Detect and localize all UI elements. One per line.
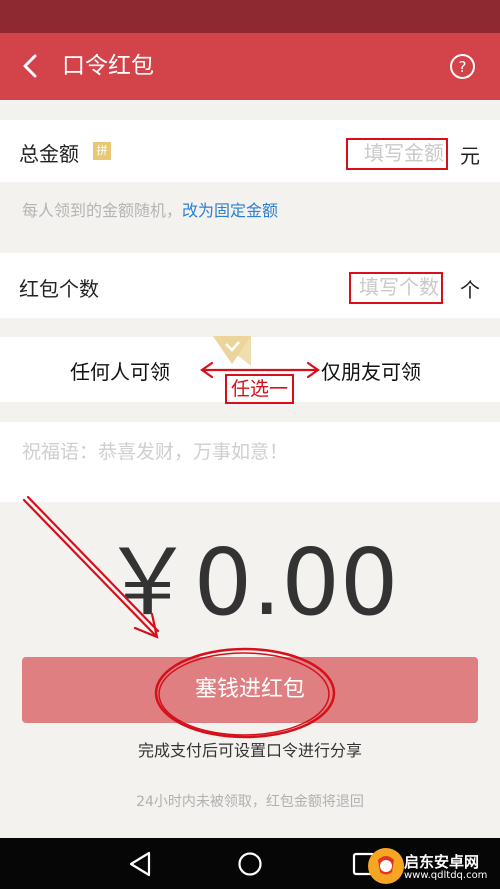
page-title: 口令红包 bbox=[62, 53, 154, 79]
total-amount-input[interactable]: 填写金额 bbox=[346, 138, 448, 170]
count-input[interactable]: 填写个数 bbox=[349, 272, 443, 304]
fixed-amount-link[interactable]: 改为固定金额 bbox=[182, 201, 278, 220]
wish-input[interactable]: 祝福语：恭喜发财，万事如意！ bbox=[22, 437, 288, 464]
question-circle-icon[interactable]: ? bbox=[449, 53, 476, 80]
choose-one-annotation: 任选一 bbox=[225, 374, 295, 404]
chevron-left-icon[interactable] bbox=[18, 52, 46, 80]
selected-check-flag-icon bbox=[213, 336, 251, 366]
watermark-url: www.qdltdq.com bbox=[404, 870, 488, 881]
amount-display: ￥0.00 bbox=[101, 529, 399, 636]
status-bar bbox=[0, 0, 500, 33]
circle-home-icon[interactable] bbox=[236, 850, 264, 878]
pinyin-badge[interactable]: 拼 bbox=[93, 142, 111, 160]
count-unit: 个 bbox=[460, 278, 480, 302]
triangle-back-icon[interactable] bbox=[127, 850, 155, 878]
option-anyone[interactable]: 任何人可领 bbox=[70, 356, 170, 385]
random-amount-hint: 每人领到的金额随机，改为固定金额 bbox=[22, 197, 278, 221]
svg-text:?: ? bbox=[459, 58, 467, 76]
count-label: 红包个数 bbox=[19, 277, 99, 301]
title-bar: 口令红包 ? bbox=[0, 33, 500, 100]
total-amount-label: 总金额 bbox=[19, 142, 79, 166]
option-friends-only[interactable]: 仅朋友可领 bbox=[321, 356, 421, 385]
refund-notice: 24小时内未被领取，红包金额将退回 bbox=[136, 794, 364, 810]
total-amount-unit: 元 bbox=[460, 144, 480, 168]
submit-red-packet-button[interactable]: 塞钱进红包 bbox=[22, 657, 478, 723]
watermark-title: 启东安卓网 bbox=[404, 853, 480, 871]
share-hint: 完成支付后可设置口令进行分享 bbox=[137, 741, 362, 760]
hint-text: 每人领到的金额随机， bbox=[22, 201, 183, 220]
